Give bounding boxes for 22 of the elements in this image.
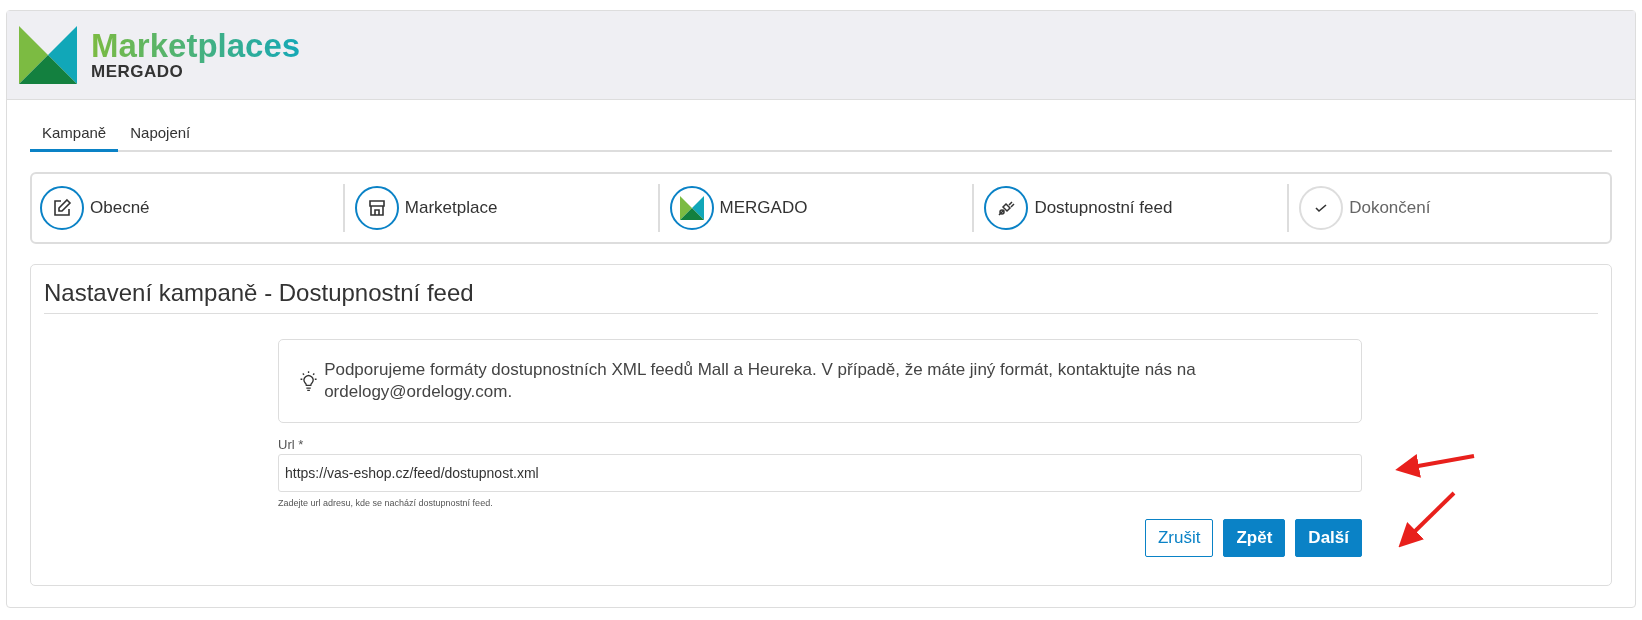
url-field[interactable]: https://vas-eshop.cz/feed/dostupnost.xml [278, 454, 1362, 492]
info-text: Podporujeme formáty dostupnostních XML feedů Mall a Heureka. V případě, že máte jiný formát, kontaktujte nás na ordelogy@ordelogy.com. [324, 359, 1197, 403]
edit-icon [52, 198, 72, 218]
step-label: Marketplace [404, 198, 498, 218]
step-label: Dostupnostní feed [1034, 198, 1173, 218]
tab[interactable]: Kampaně [30, 118, 119, 152]
field-hint: Zadejte url adresu, kde se nachází dostupnostní feed. [278, 498, 494, 508]
step-label: Obecné [90, 198, 150, 218]
step-label: Dokončení [1349, 198, 1431, 218]
tab[interactable]: Napojení [118, 118, 203, 152]
logo-icon [19, 26, 77, 84]
store-icon [366, 198, 387, 218]
annotation-arrow [1398, 491, 1456, 548]
form-button[interactable]: Zpět [1223, 519, 1286, 557]
plug-icon [996, 198, 1017, 218]
step-label: MERGADO [719, 198, 808, 218]
logo-icon [679, 196, 704, 220]
field-label: Url * [278, 437, 305, 452]
brand-name: MERGADO [91, 63, 184, 81]
form-button[interactable]: Další [1295, 519, 1362, 557]
form-button[interactable]: Zrušit [1144, 519, 1214, 557]
card-title: Nastavení kampaně - Dostupnostní feed [44, 279, 1598, 314]
